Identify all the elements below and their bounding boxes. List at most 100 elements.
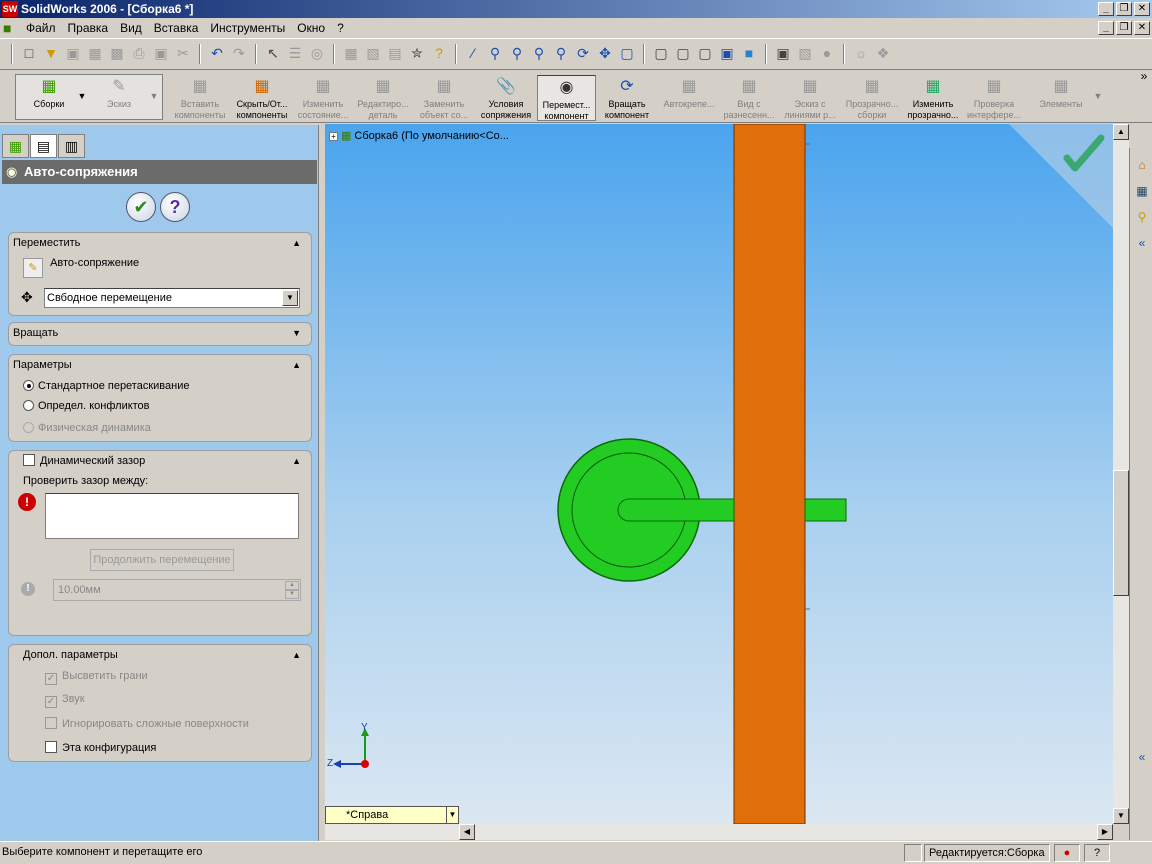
units-icon[interactable]: ▤: [386, 44, 404, 62]
move-group-header[interactable]: Переместить ▲: [9, 233, 311, 253]
options-group-header[interactable]: Параметры ▲: [9, 355, 311, 375]
rotate-view-icon[interactable]: ⟳: [574, 44, 592, 62]
shadows-icon[interactable]: ▣: [774, 44, 792, 62]
tab-assemblies[interactable]: ▦ Сборки: [22, 75, 76, 121]
zoom-area-icon[interactable]: ⚲: [508, 44, 526, 62]
chevron-down-icon: ▼: [282, 290, 298, 306]
wireframe-icon[interactable]: ▢: [652, 44, 670, 62]
shaded-edges-icon[interactable]: ▣: [718, 44, 736, 62]
hide-show-components-button[interactable]: ▦ Скрыть/От... компоненты: [231, 75, 293, 121]
dynamic-clearance-header[interactable]: Динамический зазор ▲: [9, 451, 311, 471]
rotate-group[interactable]: Вращать ▼: [8, 322, 312, 346]
view-name-tab[interactable]: *Справа ▼: [325, 806, 459, 824]
print-preview-icon[interactable]: ▣: [152, 44, 170, 62]
make-assembly-icon[interactable]: ▩: [108, 44, 126, 62]
assembly-transparency-button[interactable]: ▦ Прозрачно... сборки: [842, 75, 902, 121]
zoom-fit-icon[interactable]: ⚲: [486, 44, 504, 62]
help-button[interactable]: ?: [160, 192, 190, 222]
move-component-button[interactable]: ◉ Перемест... компонент: [537, 75, 596, 121]
standard-drag-radio[interactable]: Стандартное перетаскивание: [23, 380, 189, 392]
tab-features[interactable]: ▦ Элементы: [1030, 75, 1092, 121]
section-view-icon[interactable]: ▧: [796, 44, 814, 62]
hidden-lines-removed-icon[interactable]: ▢: [696, 44, 714, 62]
sound-checkbox: ✓ Звук: [45, 693, 85, 708]
move-mode-select[interactable]: Свбодное перемещение ▼: [44, 288, 300, 308]
tab-sketch[interactable]: ✎ Эскиз: [92, 75, 146, 121]
feature-manager-tab[interactable]: ▦: [2, 134, 29, 158]
interference-detection-button[interactable]: ▦ Проверка интерфере...: [964, 75, 1024, 121]
pan-icon[interactable]: ✥: [596, 44, 614, 62]
curvature-icon[interactable]: ❖: [874, 44, 892, 62]
hidden-lines-visible-icon[interactable]: ▢: [674, 44, 692, 62]
doc-close-button[interactable]: ✕: [1134, 21, 1150, 35]
smart-fasteners-button[interactable]: ▦ Автокрепе...: [659, 75, 719, 121]
restore-button[interactable]: ❐: [1116, 2, 1132, 16]
menu-tools[interactable]: Инструменты: [210, 21, 285, 35]
ok-button[interactable]: ✔: [126, 192, 156, 222]
options-group: Параметры ▲ Стандартное перетаскивание Оп…: [8, 354, 312, 442]
make-drawing-icon[interactable]: ▦: [86, 44, 104, 62]
exploded-view-button[interactable]: ▦ Вид с разнесенн...: [720, 75, 778, 121]
edit-part-button[interactable]: ▦ Редактиро... деталь: [353, 75, 413, 121]
property-manager-tab[interactable]: ▤: [30, 134, 57, 158]
clearance-components-list[interactable]: [45, 493, 299, 539]
doc-restore-button[interactable]: ❐: [1116, 21, 1132, 35]
expand-pane-icon[interactable]: «: [1133, 748, 1151, 766]
select-arrow-icon[interactable]: ↖: [264, 44, 282, 62]
menu-window[interactable]: Окно: [297, 21, 325, 35]
explode-line-sketch-button[interactable]: ▦ Эскиз с линиями р...: [780, 75, 840, 121]
select-filter-icon[interactable]: ✮: [408, 44, 426, 62]
sketch-relations-icon[interactable]: ∕: [464, 44, 482, 62]
home-icon[interactable]: ⌂: [1133, 156, 1151, 174]
new-file-icon[interactable]: □: [20, 44, 38, 62]
doc-minimize-button[interactable]: _: [1098, 21, 1114, 35]
view-orientation-icon[interactable]: ▢: [618, 44, 636, 62]
table-icon[interactable]: ▧: [364, 44, 382, 62]
menu-file[interactable]: Файл: [26, 21, 56, 35]
horizontal-scrollbar[interactable]: ◀ ▶: [459, 824, 1113, 840]
physical-dynamics-radio: Физическая динамика: [23, 422, 151, 434]
print-icon[interactable]: ⎙: [130, 44, 148, 62]
change-transparency-button[interactable]: ▦ Изменить прозрачно...: [903, 75, 963, 121]
menu-insert[interactable]: Вставка: [154, 21, 199, 35]
status-help-icon[interactable]: ?: [1084, 844, 1110, 862]
design-library-icon[interactable]: ▦: [1133, 182, 1151, 200]
zoom-in-out-icon[interactable]: ⚲: [530, 44, 548, 62]
graphics-viewport[interactable]: + ▦ Сборка6 (По умолчанию<Со... Y Z: [325, 124, 1113, 824]
collision-detection-radio[interactable]: Определ. конфликтов: [23, 400, 150, 412]
save-icon[interactable]: ▣: [64, 44, 82, 62]
mate-button[interactable]: 📎 Условия сопряжения: [476, 75, 536, 121]
vertical-scrollbar[interactable]: ▲ ▼: [1113, 124, 1129, 824]
undo-icon[interactable]: ↶: [208, 44, 226, 62]
advanced-options-header[interactable]: Допол. параметры ▲: [9, 645, 311, 665]
zoom-selection-icon[interactable]: ⚲: [552, 44, 570, 62]
whats-this-icon[interactable]: ?: [430, 44, 448, 62]
redo-icon[interactable]: ↷: [230, 44, 248, 62]
grid-icon[interactable]: ▦: [342, 44, 360, 62]
dynamic-clearance-checkbox[interactable]: [23, 454, 35, 466]
assembly-doc-icon[interactable]: ■: [3, 20, 21, 36]
perspective-icon[interactable]: ☼: [852, 44, 870, 62]
menu-view[interactable]: Вид: [120, 21, 142, 35]
menu-edit[interactable]: Правка: [68, 21, 109, 35]
minimize-button[interactable]: _: [1098, 2, 1114, 16]
more-commands-chevron[interactable]: »: [1138, 70, 1150, 117]
close-button[interactable]: ✕: [1134, 2, 1150, 16]
open-file-icon[interactable]: ▼: [42, 44, 60, 62]
pm-title-bar: ◉ Авто-сопряжения: [2, 160, 317, 184]
replace-component-button[interactable]: ▦ Заменить объект со...: [414, 75, 474, 121]
this-configuration-checkbox[interactable]: Эта конфигурация: [45, 741, 156, 754]
change-state-button[interactable]: ▦ Изменить состояние...: [295, 75, 351, 121]
menu-help[interactable]: ?: [337, 21, 344, 35]
cut-icon[interactable]: ✂: [174, 44, 192, 62]
scroll-left-icon: ◀: [459, 824, 475, 840]
options-icon[interactable]: ◎: [308, 44, 326, 62]
rebuild-icon[interactable]: ☰: [286, 44, 304, 62]
shaded-icon[interactable]: ■: [740, 44, 758, 62]
rotate-component-button[interactable]: ⟳ Вращать компонент: [598, 75, 656, 121]
file-explorer-icon[interactable]: ⚲: [1133, 208, 1151, 226]
realview-icon[interactable]: ●: [818, 44, 836, 62]
configuration-manager-tab[interactable]: ▥: [58, 134, 85, 158]
collapse-pane-icon[interactable]: «: [1133, 234, 1151, 252]
insert-components-button[interactable]: ▦ Вставить компоненты: [171, 75, 229, 121]
